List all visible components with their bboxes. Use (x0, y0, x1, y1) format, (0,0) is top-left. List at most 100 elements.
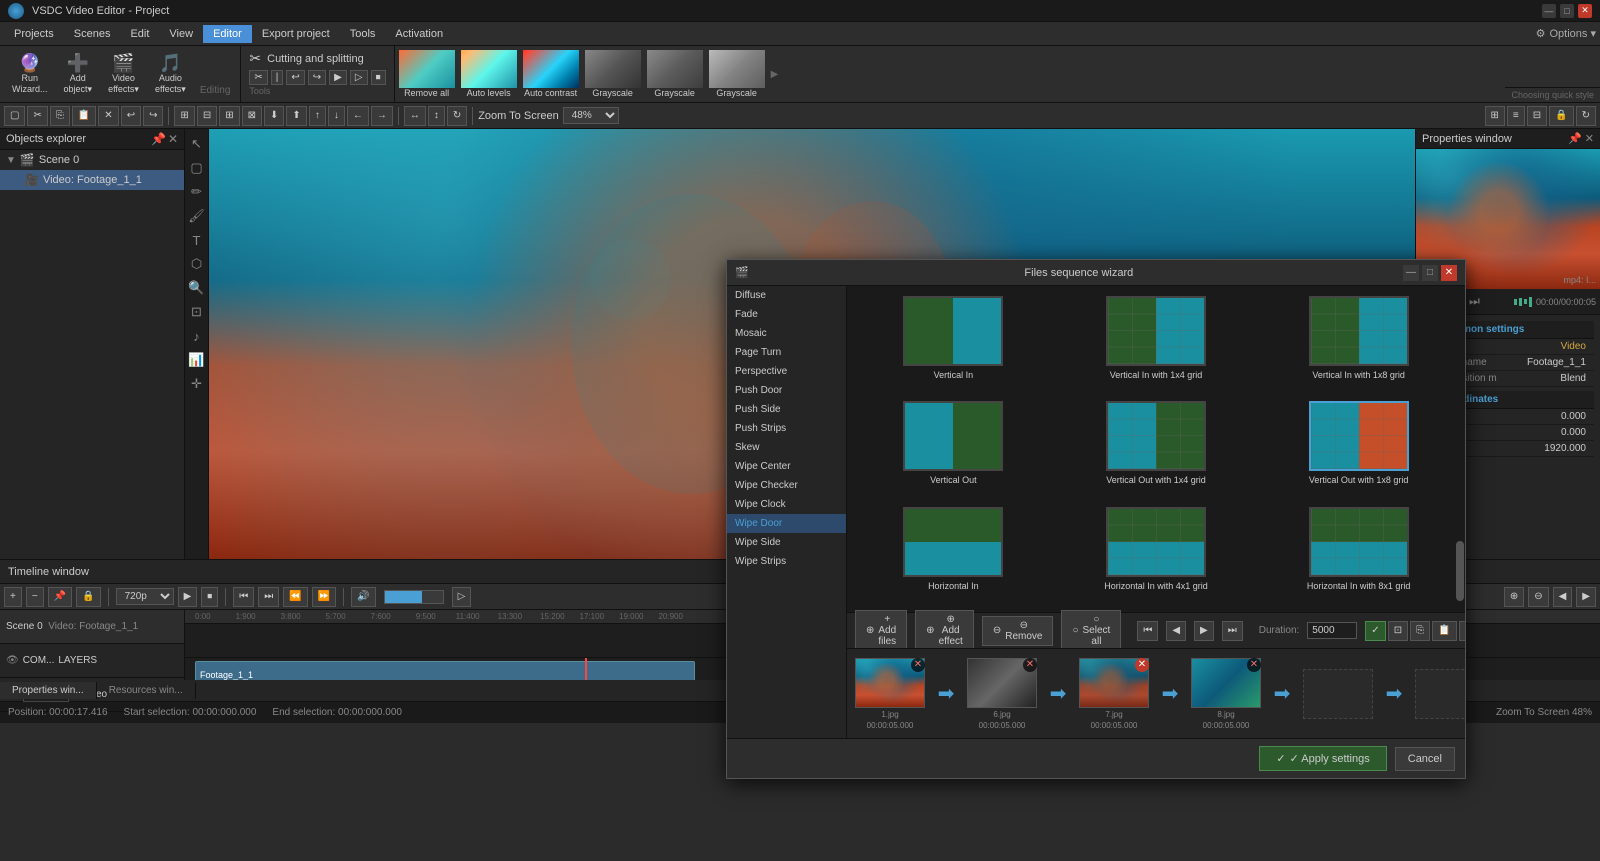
media-close-1[interactable]: ✕ (911, 658, 925, 672)
zoom-select[interactable]: 48% 100% 50% (563, 107, 619, 124)
align-btn[interactable]: ⊞ (219, 106, 239, 126)
flip-v-btn[interactable]: ↕ (428, 106, 445, 126)
effect-wipeside[interactable]: Wipe Side (727, 533, 846, 552)
run-wizard-button[interactable]: 🔮 Run Wizard... (6, 52, 54, 96)
menu-tools[interactable]: Tools (340, 25, 386, 43)
zoom-tool-icon[interactable]: 🔍 (186, 277, 208, 299)
grayscale1-filter[interactable]: Grayscale (585, 50, 641, 98)
props-close-icon[interactable]: ✕ (1585, 132, 1594, 145)
undo-btn[interactable]: ↩ (286, 70, 304, 85)
media-close-2[interactable]: ✕ (1023, 658, 1037, 672)
effect-wipedoor[interactable]: Wipe Door (727, 514, 846, 533)
audio-effects-button[interactable]: 🎵 Audio effects▾ (149, 52, 192, 97)
redo-main-btn[interactable]: ↪ (143, 106, 163, 126)
crop-tool-icon[interactable]: ⊡ (186, 301, 208, 323)
send-back-btn[interactable]: ⬇ (264, 106, 284, 126)
grayscale2-filter[interactable]: Grayscale (647, 50, 703, 98)
tl-play-btn[interactable]: ▶ (178, 587, 198, 607)
effect-skew[interactable]: Skew (727, 438, 846, 457)
cut-tool-btn[interactable]: ✂ (249, 70, 267, 85)
copy-effect-btn[interactable]: ⎘ (1410, 621, 1430, 641)
menu-projects[interactable]: Projects (4, 25, 64, 43)
prev-btn[interactable]: ◀ (1166, 621, 1186, 641)
video-tree-item[interactable]: 🎥 Video: Footage_1_1 (0, 170, 184, 190)
paste-btn[interactable]: 📋 (72, 106, 96, 126)
props-pin-icon[interactable]: 📌 (1568, 132, 1582, 145)
lock-btn[interactable]: 🔒 (1549, 106, 1573, 126)
add-files-button[interactable]: ⊕ + Add files (855, 610, 907, 651)
apply-check-btn[interactable]: ✓ (1365, 621, 1385, 641)
right-btn[interactable]: → (371, 106, 393, 126)
view-options-btn[interactable]: ⊞ (1485, 106, 1505, 126)
close-panel-icon[interactable]: ✕ (168, 132, 178, 146)
media-close-3[interactable]: ✕ (1135, 658, 1149, 672)
tl-zoom-out-btn[interactable]: ⊖ (1528, 587, 1548, 607)
up-btn[interactable]: ↑ (309, 106, 326, 126)
remove-button[interactable]: ⊖ ⊖ Remove (982, 616, 1054, 646)
cancel-button[interactable]: Cancel (1395, 747, 1455, 771)
tl-stop-btn[interactable]: ⏹ (201, 587, 218, 607)
menu-activation[interactable]: Activation (385, 25, 453, 43)
tl-add-btn[interactable]: + (4, 587, 22, 607)
tl-zoom-in-btn[interactable]: ⊕ (1504, 587, 1524, 607)
video-effects-button[interactable]: 🎬 Video effects▾ (102, 52, 145, 97)
tl-volume-btn[interactable]: 🔊 (351, 587, 375, 607)
pen-tool-icon[interactable]: ✏ (186, 181, 208, 203)
next-fwd-btn[interactable]: ▶ (1194, 621, 1214, 641)
effect-wipestrips[interactable]: Wipe Strips (727, 552, 846, 571)
effect-mosaic[interactable]: Mosaic (727, 324, 846, 343)
audio-icon[interactable]: ♪ (186, 325, 208, 347)
skip-prev-btn[interactable]: ⏮ (1137, 621, 1158, 641)
thumb-vertical-out[interactable]: Vertical Out (857, 401, 1050, 496)
down-btn[interactable]: ↓ (328, 106, 345, 126)
wizard-maximize-btn[interactable]: □ (1422, 265, 1438, 281)
pointer-tool-icon[interactable]: ↖ (186, 133, 208, 155)
del-effect-btn[interactable]: ✕ (1459, 621, 1465, 641)
thumb-horizontal-in-8[interactable]: Horizontal In with 8x1 grid (1262, 507, 1455, 602)
group-btn[interactable]: ⊞ (174, 106, 194, 126)
select-all-btn[interactable]: ▢ (4, 106, 25, 126)
tl-scroll-right-btn[interactable]: ▶ (1576, 587, 1596, 607)
wizard-minimize-btn[interactable]: — (1403, 265, 1419, 281)
view-list-btn[interactable]: ≡ (1507, 106, 1525, 126)
menu-export[interactable]: Export project (252, 25, 340, 43)
next-btn[interactable]: ⏭ (1464, 292, 1485, 311)
skip-next-btn[interactable]: ⏭ (1222, 621, 1243, 641)
flip-h-btn[interactable]: ↔ (404, 106, 426, 126)
shape-tool-icon[interactable]: ⬡ (186, 253, 208, 275)
footage-clip[interactable]: Footage_1_1 (195, 661, 695, 680)
tl-start-btn[interactable]: ⏪ (283, 587, 307, 607)
effect-pushside[interactable]: Push Side (727, 400, 846, 419)
undo-main-btn[interactable]: ↩ (121, 106, 141, 126)
copy-btn[interactable]: ⎘ (50, 106, 70, 126)
move-icon[interactable]: ✛ (186, 373, 208, 395)
select-all-button[interactable]: ○ ○ Select all (1061, 610, 1121, 651)
text-tool-icon[interactable]: T (186, 229, 208, 251)
pin-icon[interactable]: 📌 (151, 132, 166, 146)
left-btn[interactable]: ← (347, 106, 369, 126)
volume-slider[interactable] (384, 590, 444, 604)
tl-lock-btn[interactable]: 🔒 (76, 587, 100, 607)
options-label[interactable]: Options ▾ (1550, 27, 1597, 40)
effect-perspective[interactable]: Perspective (727, 362, 846, 381)
eye-icon[interactable]: 👁 (6, 655, 19, 666)
delete-btn[interactable]: ✕ (98, 106, 118, 126)
more-btn[interactable]: ▶ (329, 70, 347, 85)
menu-view[interactable]: View (159, 25, 203, 43)
effect-wipeclock[interactable]: Wipe Clock (727, 495, 846, 514)
apply-settings-button[interactable]: ✓ ✓ Apply settings (1259, 746, 1386, 771)
cut-btn[interactable]: ✂ (27, 106, 47, 126)
thumb-vertical-in-4[interactable]: Vertical In with 1x4 grid (1060, 296, 1253, 391)
view-detail-btn[interactable]: ⊟ (1527, 106, 1547, 126)
add-object-button[interactable]: ➕ Add object▾ (58, 52, 99, 97)
grayscale3-filter[interactable]: Grayscale (709, 50, 765, 98)
ungroup-btn[interactable]: ⊟ (197, 106, 217, 126)
split-tool-btn[interactable]: | (271, 70, 284, 85)
expand-filters-btn[interactable]: ▶ (771, 69, 779, 80)
tl-del-btn[interactable]: − (26, 587, 44, 607)
thumb-vertical-in[interactable]: Vertical In (857, 296, 1050, 391)
remove-all-filter[interactable]: Remove all (399, 50, 455, 98)
paste-effect-btn[interactable]: 📋 (1432, 621, 1456, 641)
duration-input[interactable] (1307, 622, 1357, 639)
tl-end-btn[interactable]: ⏩ (312, 587, 336, 607)
